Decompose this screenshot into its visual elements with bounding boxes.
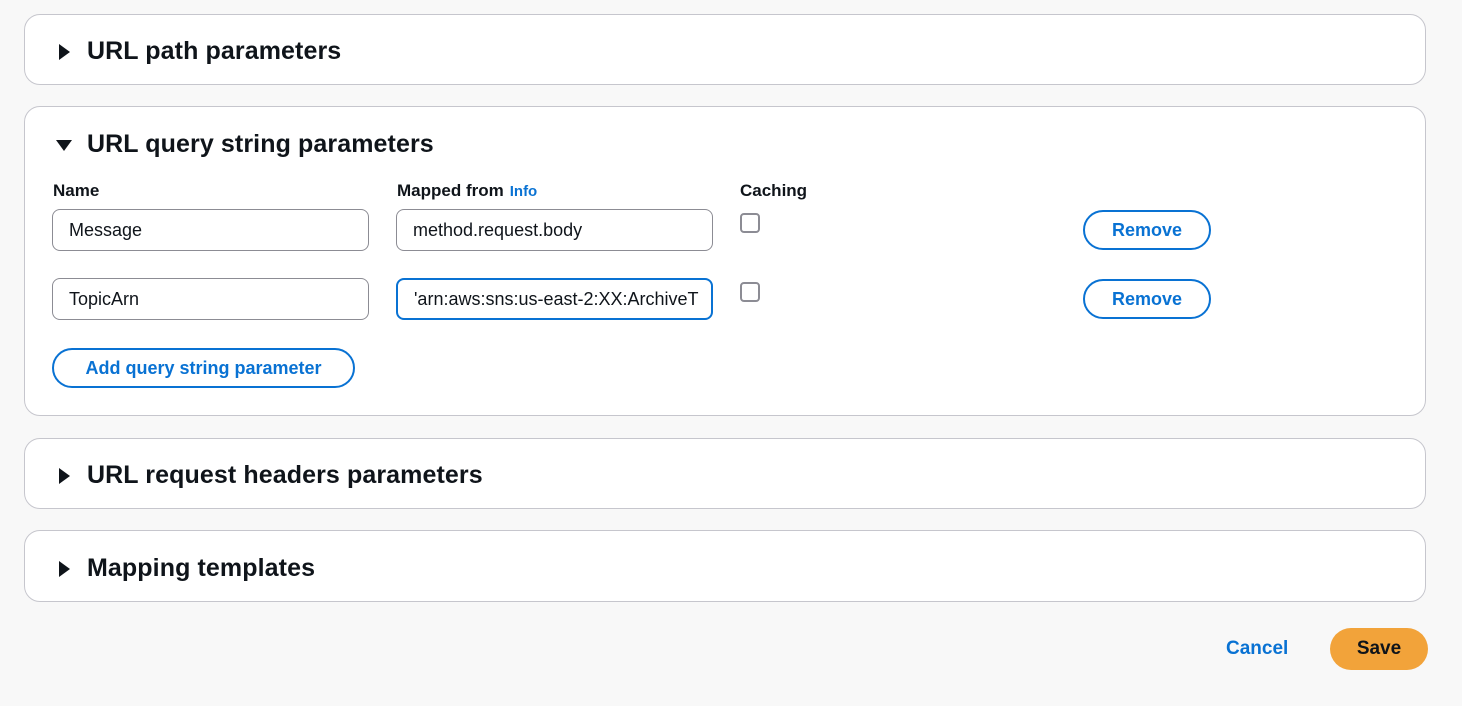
name-column-label: Name xyxy=(53,181,100,200)
mapped-from-input-message[interactable] xyxy=(396,209,713,251)
query-params-panel: URL query string parameters Name Mapped … xyxy=(24,106,1426,416)
path-params-panel: URL path parameters xyxy=(24,14,1426,85)
remove-button-message[interactable]: Remove xyxy=(1083,210,1211,250)
mapped-from-label-text: Mapped from xyxy=(397,181,504,200)
cancel-button[interactable]: Cancel xyxy=(1226,638,1288,660)
page: URL path parameters URL query string par… xyxy=(0,0,1462,706)
caching-column-label: Caching xyxy=(740,181,808,200)
remove-button-topicarn[interactable]: Remove xyxy=(1083,279,1211,319)
caret-down-icon xyxy=(53,134,75,156)
save-button[interactable]: Save xyxy=(1330,628,1428,670)
info-link[interactable]: Info xyxy=(510,183,538,200)
path-params-title: URL path parameters xyxy=(87,37,342,65)
mapping-templates-panel: Mapping templates xyxy=(24,530,1426,602)
caret-right-icon xyxy=(53,558,75,580)
caret-right-icon xyxy=(53,41,75,63)
caching-checkbox-topicarn[interactable] xyxy=(740,282,760,302)
mapped-from-column-label: Mapped from Info xyxy=(397,181,537,201)
query-params-toggle[interactable]: URL query string parameters xyxy=(53,130,434,159)
headers-params-title: URL request headers parameters xyxy=(87,461,483,489)
query-params-title: URL query string parameters xyxy=(87,130,434,158)
mapped-from-input-topicarn[interactable] xyxy=(396,278,713,320)
mapping-templates-toggle[interactable]: Mapping templates xyxy=(53,554,315,583)
caret-right-icon xyxy=(53,465,75,487)
path-params-toggle[interactable]: URL path parameters xyxy=(53,37,341,66)
name-input-topicarn[interactable] xyxy=(52,278,369,320)
caching-checkbox-message[interactable] xyxy=(740,213,760,233)
name-input-message[interactable] xyxy=(52,209,369,251)
add-query-string-parameter-button[interactable]: Add query string parameter xyxy=(52,348,355,388)
headers-params-panel: URL request headers parameters xyxy=(24,438,1426,509)
headers-params-toggle[interactable]: URL request headers parameters xyxy=(53,461,483,490)
mapping-templates-title: Mapping templates xyxy=(87,554,316,582)
